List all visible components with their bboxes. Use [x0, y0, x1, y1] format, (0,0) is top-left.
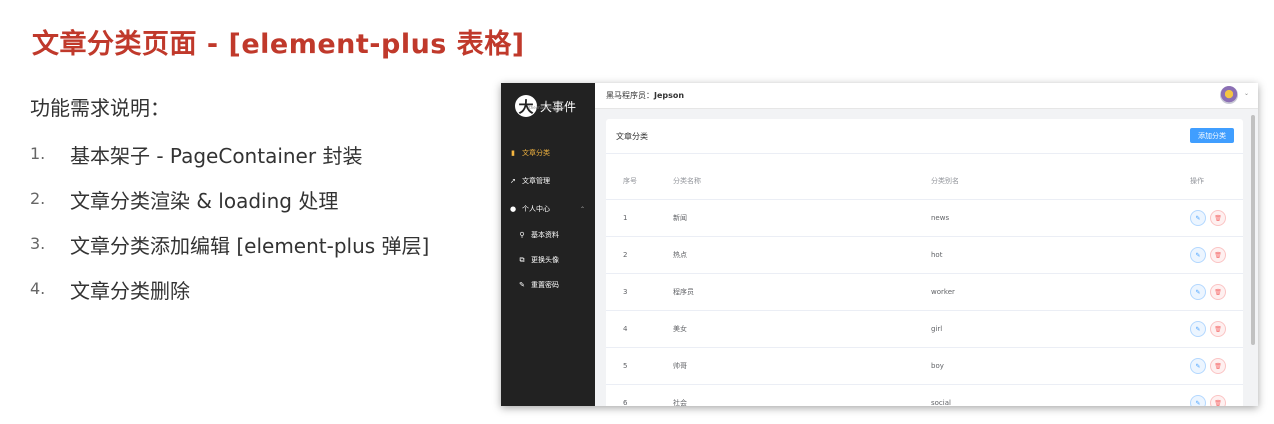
delete-icon[interactable]: 🗑	[1210, 210, 1226, 226]
cell-index: 4	[623, 325, 628, 333]
sidebar-item-label: 个人中心	[522, 205, 550, 213]
edit-icon[interactable]: ✎	[1190, 395, 1206, 406]
table-row: 1 新闻 news ✎ 🗑	[606, 200, 1243, 237]
header-name: 分类名称	[673, 177, 701, 185]
chevron-down-icon[interactable]: ⌄	[1244, 90, 1249, 97]
cell-name: 美女	[673, 325, 687, 333]
sidebar-item-label: 重置密码	[531, 281, 559, 289]
cell-name: 程序员	[673, 288, 694, 296]
cell-index: 5	[623, 362, 628, 370]
add-category-button[interactable]: 添加分类	[1190, 128, 1234, 143]
header-index: 序号	[623, 177, 637, 185]
category-card: 文章分类 添加分类 序号 分类名称 分类别名 操作 1 新闻 news ✎ 🗑 2 热点 ho…	[606, 119, 1243, 406]
requirement-number: 4.	[30, 279, 46, 298]
cell-name: 帅哥	[673, 362, 687, 370]
send-icon: ➚	[510, 177, 516, 185]
cell-alias: girl	[931, 325, 943, 333]
delete-icon[interactable]: 🗑	[1210, 358, 1226, 374]
cell-alias: worker	[931, 288, 955, 296]
requirement-text: 文章分类删除	[70, 279, 190, 303]
cell-alias: boy	[931, 362, 944, 370]
edit-icon[interactable]: ✎	[1190, 247, 1206, 263]
table-header-row: 序号 分类名称 分类别名 操作	[606, 163, 1243, 200]
card-header: 文章分类 添加分类	[606, 119, 1243, 154]
cell-alias: news	[931, 214, 950, 222]
cell-name: 新闻	[673, 214, 687, 222]
cell-name: 热点	[673, 251, 687, 259]
sidebar-item-article-manage[interactable]: ➚ 文章管理	[501, 174, 595, 188]
user-icon: ●	[509, 205, 517, 213]
delete-icon[interactable]: 🗑	[1210, 395, 1226, 406]
card-title: 文章分类	[616, 131, 648, 141]
edit-icon[interactable]: ✎	[1190, 284, 1206, 300]
requirement-number: 2.	[30, 189, 46, 208]
crop-icon: ⧉	[519, 255, 525, 264]
edit-icon[interactable]: ✎	[1190, 210, 1206, 226]
folder-icon: ▮	[511, 149, 515, 157]
cell-actions: ✎ 🗑	[1190, 237, 1230, 273]
requirement-text: 基本架子 - PageContainer 封装	[70, 144, 363, 168]
header-actions: 操作	[1190, 177, 1204, 185]
avatar[interactable]	[1220, 86, 1238, 104]
cell-index: 2	[623, 251, 628, 259]
table-row: 6 社会 social ✎ 🗑	[606, 385, 1243, 406]
cell-actions: ✎ 🗑	[1190, 200, 1230, 236]
category-table: 序号 分类名称 分类别名 操作 1 新闻 news ✎ 🗑 2 热点 hot ✎ 🗑 3 程序员 wor…	[606, 163, 1243, 406]
sidebar: 大 大事件 itheima@bxxx.com ▮ 文章分类 ➚ 文章管理 ● 个…	[501, 83, 595, 406]
cell-actions: ✎ 🗑	[1190, 385, 1230, 406]
sidebar-item-profile[interactable]: ⚲ 基本资料	[501, 228, 595, 242]
sidebar-item-label: 更换头像	[531, 256, 559, 264]
cell-alias: hot	[931, 251, 943, 259]
edit-pen-icon: ✎	[519, 281, 525, 289]
user-outline-icon: ⚲	[519, 231, 525, 239]
edit-icon[interactable]: ✎	[1190, 358, 1206, 374]
header-alias: 分类别名	[931, 177, 959, 185]
requirements-list: 1. 基本架子 - PageContainer 封装 2. 文章分类渲染 & loa…	[30, 140, 429, 320]
delete-icon[interactable]: 🗑	[1210, 321, 1226, 337]
sidebar-item-label: 文章分类	[522, 149, 550, 157]
sidebar-item-password[interactable]: ✎ 重置密码	[501, 278, 595, 292]
sidebar-item-user-center[interactable]: ● 个人中心 ⌃	[501, 202, 595, 216]
requirement-number: 3.	[30, 234, 46, 253]
edit-icon[interactable]: ✎	[1190, 321, 1206, 337]
delete-icon[interactable]: 🗑	[1210, 247, 1226, 263]
cell-actions: ✎ 🗑	[1190, 274, 1230, 310]
table-row: 2 热点 hot ✎ 🗑	[606, 237, 1243, 274]
requirement-text: 文章分类添加编辑 [element-plus 弹层]	[70, 234, 430, 258]
chevron-up-icon: ⌃	[579, 205, 585, 213]
requirements-title: 功能需求说明：	[30, 96, 170, 120]
cell-alias: social	[931, 399, 951, 406]
user-name: Jepson	[654, 91, 685, 100]
sidebar-item-label: 文章管理	[522, 177, 550, 185]
requirement-item: 1. 基本架子 - PageContainer 封装	[30, 140, 429, 185]
current-user: 黑马程序员：Jepson	[606, 90, 684, 101]
requirement-number: 1.	[30, 144, 46, 163]
requirement-text: 文章分类渲染 & loading 处理	[70, 189, 339, 213]
sidebar-item-avatar[interactable]: ⧉ 更换头像	[501, 253, 595, 267]
slide-title: 文章分类页面 - [element-plus 表格]	[32, 29, 525, 60]
app-screenshot: 大 大事件 itheima@bxxx.com ▮ 文章分类 ➚ 文章管理 ● 个…	[501, 83, 1258, 406]
scrollbar[interactable]	[1251, 115, 1255, 345]
requirement-item: 2. 文章分类渲染 & loading 处理	[30, 185, 429, 230]
cell-index: 6	[623, 399, 628, 406]
cell-index: 3	[623, 288, 628, 296]
delete-icon[interactable]: 🗑	[1210, 284, 1226, 300]
cell-actions: ✎ 🗑	[1190, 348, 1230, 384]
table-row: 5 帅哥 boy ✎ 🗑	[606, 348, 1243, 385]
logo-subtitle: itheima@bxxx.com	[528, 105, 567, 110]
header: 黑马程序员：Jepson ⌄	[595, 83, 1258, 109]
table-row: 4 美女 girl ✎ 🗑	[606, 311, 1243, 348]
sidebar-item-article-category[interactable]: ▮ 文章分类	[501, 146, 595, 160]
sidebar-item-label: 基本资料	[531, 231, 559, 239]
table-row: 3 程序员 worker ✎ 🗑	[606, 274, 1243, 311]
cell-name: 社会	[673, 399, 687, 406]
user-prefix: 黑马程序员：	[606, 91, 654, 100]
requirement-item: 4. 文章分类删除	[30, 275, 429, 320]
requirement-item: 3. 文章分类添加编辑 [element-plus 弹层]	[30, 230, 429, 275]
cell-actions: ✎ 🗑	[1190, 311, 1230, 347]
cell-index: 1	[623, 214, 628, 222]
